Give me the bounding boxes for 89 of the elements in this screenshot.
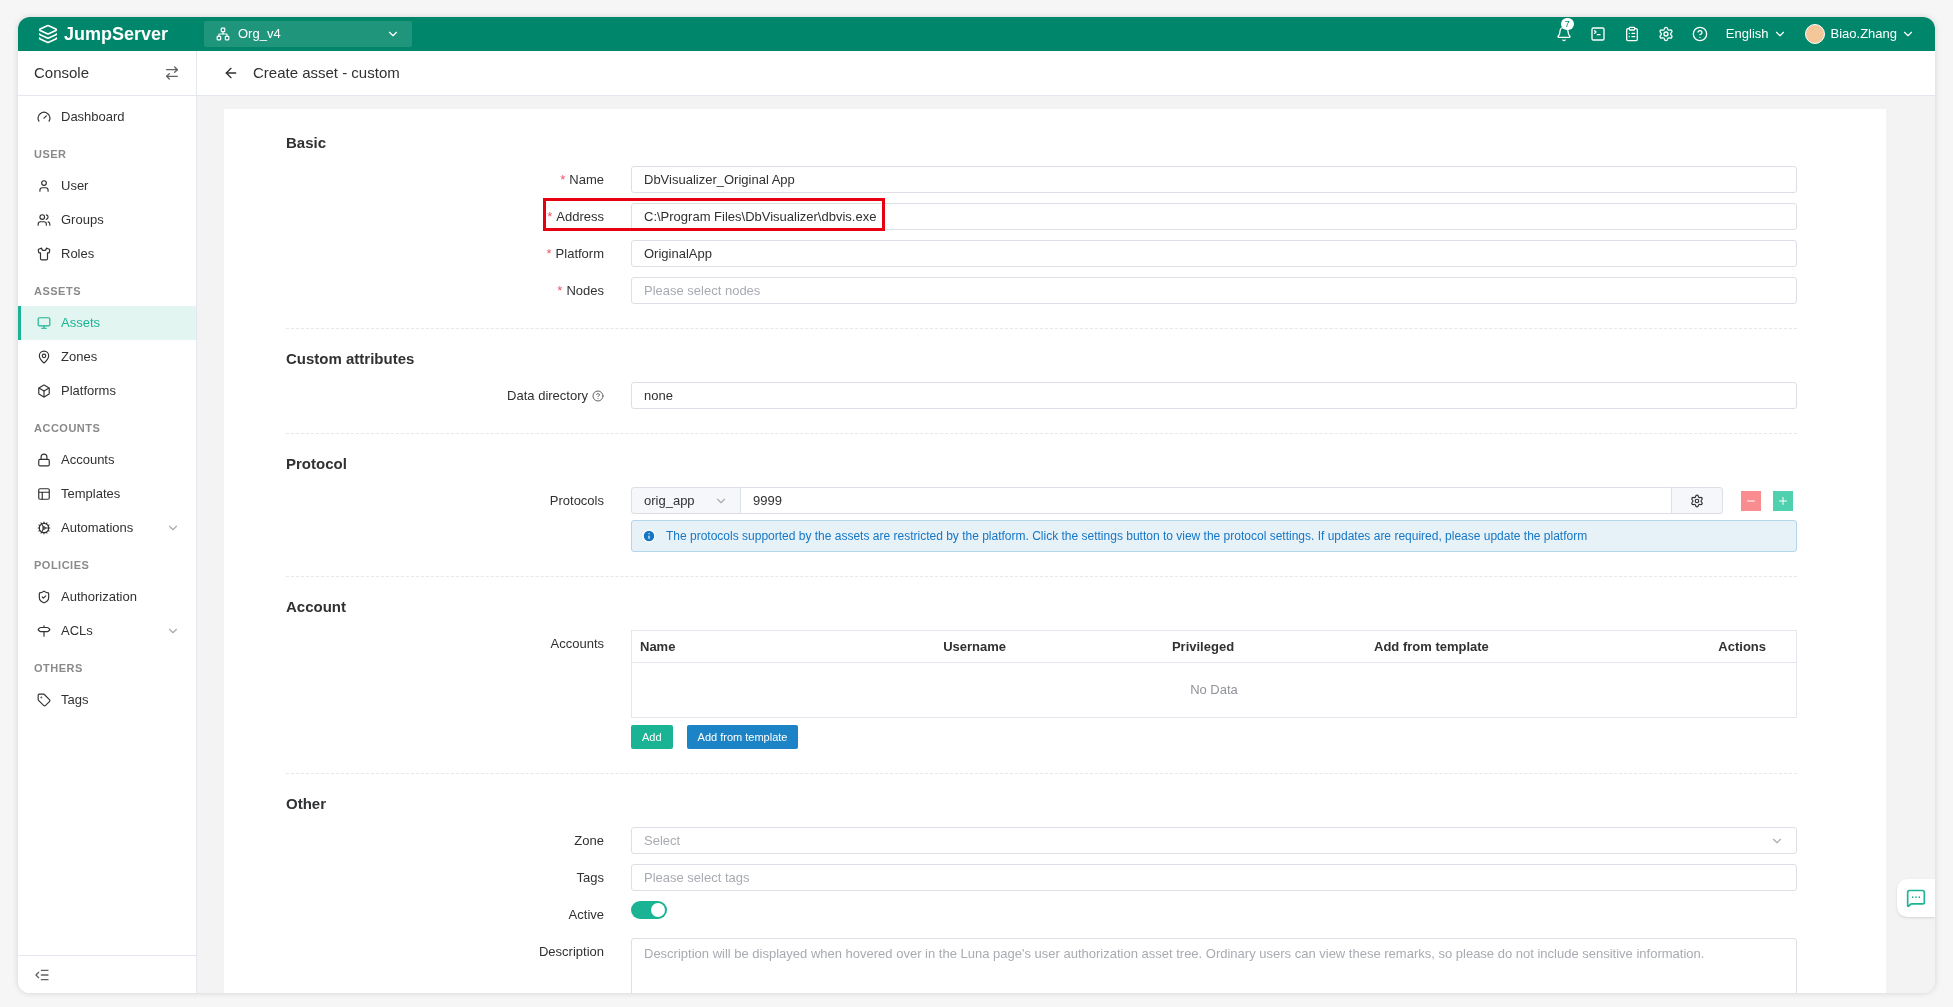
org-icon xyxy=(216,27,230,41)
notification-badge: 7 xyxy=(1560,18,1574,30)
field-label: Address xyxy=(556,207,604,226)
chat-icon xyxy=(1906,888,1926,908)
sidebar-item[interactable]: ACLs xyxy=(18,614,196,648)
sidebar-item[interactable]: User xyxy=(18,169,196,203)
port-field[interactable]: 9999 xyxy=(741,487,1671,514)
field-label: Description xyxy=(538,942,604,961)
menu-icon xyxy=(37,384,51,398)
info-icon xyxy=(642,529,656,543)
menu-icon xyxy=(37,213,51,227)
sidebar-item[interactable]: Dashboard xyxy=(18,100,196,134)
column-header: Add from template xyxy=(1374,638,1489,654)
field-label: Accounts xyxy=(550,634,604,653)
sidebar-item[interactable]: Groups xyxy=(18,203,196,237)
sidebar-heading: ASSETS xyxy=(34,283,81,299)
plus-icon xyxy=(1777,494,1789,507)
toggle-switch[interactable] xyxy=(631,901,667,919)
section-title: Other xyxy=(286,795,326,812)
logo-icon xyxy=(38,24,58,44)
field-label: Platform xyxy=(555,244,604,263)
field-label: Data directory xyxy=(507,386,588,405)
required-mark: * xyxy=(557,281,563,300)
sidebar-title: Console xyxy=(34,62,90,83)
page-title: Create asset - custom xyxy=(253,62,400,83)
section-title: Custom attributes xyxy=(286,350,415,367)
sidebar-heading: POLICIES xyxy=(34,557,90,573)
menu-icon xyxy=(37,693,51,707)
section-title: Basic xyxy=(286,134,327,151)
required-mark: * xyxy=(546,244,552,263)
section-title: Protocol xyxy=(286,455,347,472)
chat-button[interactable] xyxy=(1897,879,1935,917)
sidebar-item[interactable]: Zones xyxy=(18,340,196,374)
menu-icon xyxy=(37,179,51,193)
sidebar-item[interactable]: Platforms xyxy=(18,374,196,408)
user-menu[interactable]: Biao.Zhang xyxy=(1830,24,1915,44)
field-label: Zone xyxy=(574,831,604,850)
sidebar-heading: USER xyxy=(34,146,67,162)
field-label: Active xyxy=(568,905,604,924)
protocol-select[interactable]: orig_app xyxy=(631,487,741,514)
menu-icon xyxy=(37,453,51,467)
menu-icon xyxy=(37,350,51,364)
terminal-icon[interactable] xyxy=(1589,26,1606,42)
text-field[interactable]: DbVisualizer_Original App xyxy=(631,166,1797,193)
sidebar-heading: ACCOUNTS xyxy=(34,420,101,436)
settings-icon xyxy=(1690,493,1704,508)
info-text: The protocols supported by the assets are restricted by the platform. Click the settings button to view the protocol settings. If updates are required, please update the platform xyxy=(666,528,1588,545)
language-select[interactable]: English xyxy=(1725,24,1787,44)
sidebar-heading: OTHERS xyxy=(34,660,83,676)
back-icon[interactable] xyxy=(223,65,239,81)
field-label: Tags xyxy=(576,868,604,887)
column-header: Actions xyxy=(1718,638,1767,654)
required-mark: * xyxy=(547,207,553,226)
required-mark: * xyxy=(560,170,566,189)
logo-text: JumpServer xyxy=(64,22,169,46)
switch-icon[interactable] xyxy=(164,65,180,81)
sidebar-item[interactable]: Tags xyxy=(18,683,196,717)
menu-icon xyxy=(37,590,51,604)
sidebar-item[interactable]: Accounts xyxy=(18,443,196,477)
menu-icon xyxy=(37,110,51,124)
text-field[interactable]: none xyxy=(631,382,1797,409)
help-icon[interactable] xyxy=(1691,26,1708,42)
sidebar-item[interactable]: Automations xyxy=(18,511,196,545)
settings-icon[interactable] xyxy=(1657,26,1674,42)
sidebar-item[interactable]: Templates xyxy=(18,477,196,511)
column-header: Privileged xyxy=(1171,638,1235,654)
menu-icon xyxy=(37,521,51,535)
sidebar-item[interactable]: Authorization xyxy=(18,580,196,614)
column-header: Name xyxy=(640,638,676,654)
menu-icon xyxy=(37,624,51,638)
section-title: Account xyxy=(286,598,346,615)
text-field[interactable]: OriginalApp xyxy=(631,240,1797,267)
add-from-template-button[interactable]: Add from template xyxy=(686,725,799,749)
menu-icon xyxy=(37,316,51,330)
text-field[interactable]: C:\Program Files\DbVisualizer\dbvis.exe xyxy=(631,203,1797,230)
clipboard-icon[interactable] xyxy=(1623,26,1640,42)
notification-icon[interactable] xyxy=(1555,26,1572,42)
avatar[interactable] xyxy=(1804,24,1825,44)
menu-icon xyxy=(37,247,51,261)
menu-icon xyxy=(37,487,51,501)
empty-text: No Data xyxy=(1190,681,1238,700)
column-header: Username xyxy=(943,638,1007,654)
field-label: Nodes xyxy=(566,281,604,300)
org-select[interactable]: Org_v4 xyxy=(204,21,412,47)
settings-button[interactable] xyxy=(1671,487,1723,514)
remove-button[interactable] xyxy=(1741,490,1761,511)
field-label: Protocols xyxy=(549,491,604,510)
sidebar-item[interactable]: Roles xyxy=(18,237,196,271)
field-label: Name xyxy=(569,170,604,189)
